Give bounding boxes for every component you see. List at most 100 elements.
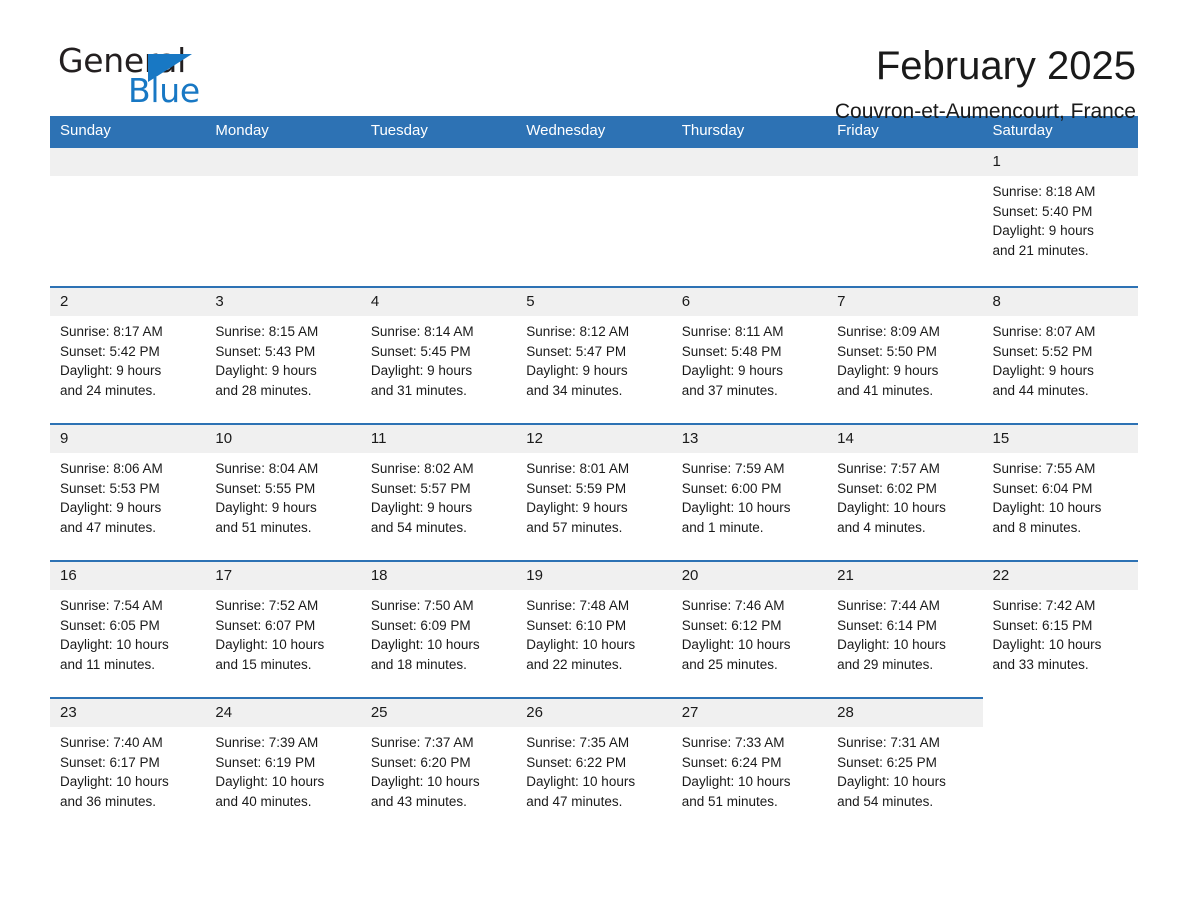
weekday-header-monday: Monday xyxy=(205,116,361,147)
day-cell[interactable]: 13 Sunrise: 7:59 AM Sunset: 6:00 PM Dayligh… xyxy=(671,423,828,561)
sunset-text: Sunset: 6:19 PM xyxy=(215,754,316,770)
daylight-text-line1: Daylight: 9 hours xyxy=(837,363,939,379)
sunset-text: Sunset: 6:15 PM xyxy=(992,617,1093,633)
day-cell-empty xyxy=(205,146,361,287)
daylight-text-line2: and 24 minutes. xyxy=(60,382,157,398)
sunset-text: Sunset: 5:45 PM xyxy=(370,343,471,359)
daylight-text-line1: Daylight: 10 hours xyxy=(992,500,1102,516)
sunset-text: Sunset: 6:07 PM xyxy=(215,617,316,633)
day-cell[interactable]: 10 Sunrise: 8:04 AM Sunset: 5:55 PM Dayligh… xyxy=(205,423,361,561)
daylight-text-line2: and 51 minutes. xyxy=(215,519,312,535)
sunrise-text: Sunrise: 7:37 AM xyxy=(370,735,474,750)
day-cell[interactable]: 24 Sunrise: 7:39 AM Sunset: 6:19 PM Dayligh… xyxy=(205,697,361,834)
daylight-text-line2: and 21 minutes. xyxy=(992,242,1089,258)
day-number: 27 xyxy=(671,699,828,727)
sunrise-text: Sunrise: 7:33 AM xyxy=(681,735,785,750)
day-details: Sunrise: 7:57 AM Sunset: 6:02 PM Daylight:… xyxy=(827,453,982,560)
day-number: 24 xyxy=(205,699,361,727)
day-cell[interactable]: 2 Sunrise: 8:17 AM Sunset: 5:42 PM Daylight… xyxy=(50,286,206,424)
general-blue-logo[interactable]: General Blue xyxy=(50,42,320,116)
sunset-text: Sunset: 5:50 PM xyxy=(837,343,937,359)
day-cell[interactable]: 5 Sunrise: 8:12 AM Sunset: 5:47 PM Daylight… xyxy=(516,286,672,424)
daylight-text-line1: Daylight: 9 hours xyxy=(992,223,1094,239)
day-cell[interactable]: 28 Sunrise: 7:31 AM Sunset: 6:25 PM Dayligh… xyxy=(827,697,983,834)
daylight-text-line1: Daylight: 10 hours xyxy=(215,774,325,790)
weekday-header-tuesday: Tuesday xyxy=(360,116,517,147)
day-details: Sunrise: 8:12 AM Sunset: 5:47 PM Daylight:… xyxy=(516,316,671,423)
day-cell[interactable]: 21 Sunrise: 7:44 AM Sunset: 6:14 PM Dayligh… xyxy=(827,560,983,698)
day-cell[interactable]: 18 Sunrise: 7:50 AM Sunset: 6:09 PM Dayligh… xyxy=(360,560,517,698)
sunset-text: Sunset: 5:57 PM xyxy=(370,480,471,496)
sunset-text: Sunset: 5:40 PM xyxy=(992,203,1093,219)
daylight-text-line1: Daylight: 10 hours xyxy=(526,774,636,790)
sunrise-text: Sunrise: 7:48 AM xyxy=(526,598,630,613)
day-cell[interactable]: 4 Sunrise: 8:14 AM Sunset: 5:45 PM Daylight… xyxy=(360,286,517,424)
sunset-text: Sunset: 5:53 PM xyxy=(60,480,160,496)
day-cell[interactable]: 20 Sunrise: 7:46 AM Sunset: 6:12 PM Dayligh… xyxy=(671,560,828,698)
day-cell[interactable]: 9 Sunrise: 8:06 AM Sunset: 5:53 PM Daylight… xyxy=(50,423,206,561)
day-cell[interactable]: 12 Sunrise: 8:01 AM Sunset: 5:59 PM Dayligh… xyxy=(516,423,672,561)
sunset-text: Sunset: 6:17 PM xyxy=(60,754,160,770)
day-details: Sunrise: 8:17 AM Sunset: 5:42 PM Daylight:… xyxy=(50,316,205,423)
day-cell[interactable]: 15 Sunrise: 7:55 AM Sunset: 6:04 PM Dayligh… xyxy=(982,423,1138,561)
daylight-text-line1: Daylight: 10 hours xyxy=(370,774,480,790)
daylight-text-line2: and 41 minutes. xyxy=(837,382,934,398)
day-details: Sunrise: 8:07 AM Sunset: 5:52 PM Daylight:… xyxy=(983,316,1138,423)
sunset-text: Sunset: 6:25 PM xyxy=(837,754,937,770)
day-details: Sunrise: 7:50 AM Sunset: 6:09 PM Daylight:… xyxy=(361,590,516,697)
day-details: Sunrise: 8:11 AM Sunset: 5:48 PM Daylight:… xyxy=(672,316,827,423)
day-cell[interactable]: 25 Sunrise: 7:37 AM Sunset: 6:20 PM Dayligh… xyxy=(360,697,517,834)
sunset-text: Sunset: 6:10 PM xyxy=(526,617,627,633)
day-cell-empty xyxy=(516,146,672,287)
daylight-text-line2: and 51 minutes. xyxy=(681,793,778,809)
day-number: 26 xyxy=(516,699,672,727)
day-number: 10 xyxy=(205,425,361,453)
sunrise-text: Sunrise: 7:57 AM xyxy=(837,461,940,476)
sunrise-text: Sunrise: 7:40 AM xyxy=(60,735,163,750)
day-details: Sunrise: 7:54 AM Sunset: 6:05 PM Daylight:… xyxy=(50,590,205,697)
day-cell-empty xyxy=(360,146,517,287)
day-cell[interactable]: 26 Sunrise: 7:35 AM Sunset: 6:22 PM Dayligh… xyxy=(516,697,672,834)
day-cell[interactable]: 8 Sunrise: 8:07 AM Sunset: 5:52 PM Daylight… xyxy=(982,286,1138,424)
sunset-text: Sunset: 6:02 PM xyxy=(837,480,937,496)
sunrise-text: Sunrise: 7:52 AM xyxy=(215,598,319,613)
sunset-text: Sunset: 6:14 PM xyxy=(837,617,937,633)
day-cell[interactable]: 14 Sunrise: 7:57 AM Sunset: 6:02 PM Dayligh… xyxy=(827,423,983,561)
logo-text-blue: Blue xyxy=(128,71,200,110)
day-cell[interactable]: 27 Sunrise: 7:33 AM Sunset: 6:24 PM Dayligh… xyxy=(671,697,828,834)
daylight-text-line1: Daylight: 9 hours xyxy=(681,363,783,379)
sunset-text: Sunset: 5:47 PM xyxy=(526,343,627,359)
daylight-text-line2: and 40 minutes. xyxy=(215,793,312,809)
day-cell[interactable]: 7 Sunrise: 8:09 AM Sunset: 5:50 PM Daylight… xyxy=(827,286,983,424)
day-cell[interactable]: 16 Sunrise: 7:54 AM Sunset: 6:05 PM Dayligh… xyxy=(50,560,206,698)
day-cell[interactable]: 17 Sunrise: 7:52 AM Sunset: 6:07 PM Dayligh… xyxy=(205,560,361,698)
daylight-text-line1: Daylight: 10 hours xyxy=(526,637,636,653)
day-cell[interactable]: 6 Sunrise: 8:11 AM Sunset: 5:48 PM Daylight… xyxy=(671,286,828,424)
daylight-text-line1: Daylight: 10 hours xyxy=(837,637,946,653)
day-details: Sunrise: 8:14 AM Sunset: 5:45 PM Daylight:… xyxy=(361,316,516,423)
day-cell[interactable]: 23 Sunrise: 7:40 AM Sunset: 6:17 PM Dayligh… xyxy=(50,697,206,834)
day-number: 11 xyxy=(360,425,517,453)
day-cell[interactable]: 3 Sunrise: 8:15 AM Sunset: 5:43 PM Daylight… xyxy=(205,286,361,424)
day-number: 17 xyxy=(205,562,361,590)
day-details: Sunrise: 7:37 AM Sunset: 6:20 PM Daylight:… xyxy=(361,727,516,834)
weekday-header-thursday: Thursday xyxy=(671,116,828,147)
day-number: 4 xyxy=(360,288,517,316)
day-number: 3 xyxy=(205,288,361,316)
calendar-week-row: 16 Sunrise: 7:54 AM Sunset: 6:05 PM Dayligh… xyxy=(50,560,1138,698)
day-cell[interactable]: 22 Sunrise: 7:42 AM Sunset: 6:15 PM Dayligh… xyxy=(982,560,1138,698)
sunrise-text: Sunrise: 7:54 AM xyxy=(60,598,163,613)
day-details: Sunrise: 7:52 AM Sunset: 6:07 PM Daylight:… xyxy=(205,590,360,697)
sunset-text: Sunset: 5:52 PM xyxy=(992,343,1093,359)
daylight-text-line1: Daylight: 9 hours xyxy=(526,363,628,379)
day-details: Sunrise: 7:35 AM Sunset: 6:22 PM Daylight:… xyxy=(516,727,671,834)
day-cell[interactable]: 19 Sunrise: 7:48 AM Sunset: 6:10 PM Dayligh… xyxy=(516,560,672,698)
day-number: 7 xyxy=(827,288,983,316)
daylight-text-line2: and 43 minutes. xyxy=(370,793,467,809)
calendar-week-row: 23 Sunrise: 7:40 AM Sunset: 6:17 PM Dayligh… xyxy=(50,697,1138,834)
calendar-body: 1 Sunrise: 8:18 AM Sunset: 5:40 PM Dayli… xyxy=(50,146,1138,834)
sunrise-text: Sunrise: 7:39 AM xyxy=(215,735,319,750)
day-cell[interactable]: 11 Sunrise: 8:02 AM Sunset: 5:57 PM Dayligh… xyxy=(360,423,517,561)
day-cell[interactable]: 1 Sunrise: 8:18 AM Sunset: 5:40 PM Dayli… xyxy=(982,146,1138,287)
daylight-text-line2: and 11 minutes. xyxy=(60,656,156,672)
